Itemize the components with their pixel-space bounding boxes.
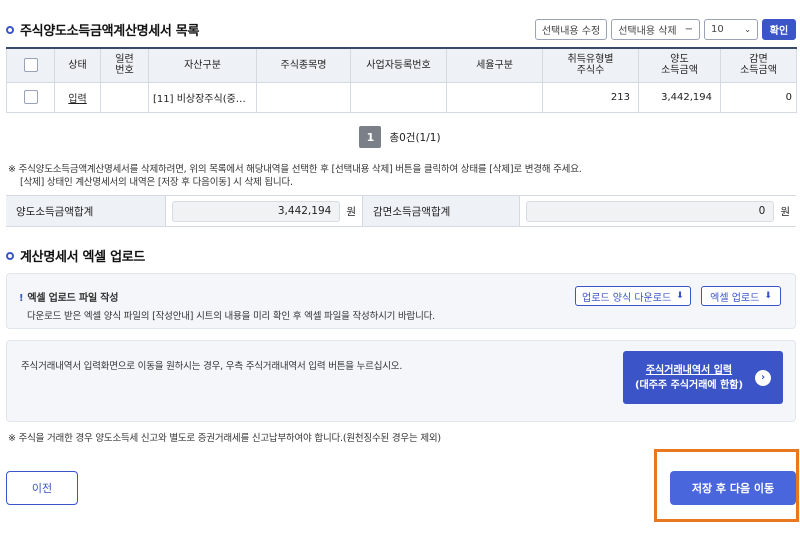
row-stock-name (256, 81, 351, 113)
pagination-summary: 총0건(1/1) (389, 131, 441, 144)
page-size-select[interactable]: 10 ⌄ (704, 19, 758, 40)
upload-file-icon: ⬇ (764, 291, 772, 301)
row-reduction-income: 0 (720, 81, 797, 113)
transfer-total-label: 양도소득금액합계 (6, 196, 166, 226)
upload-title-text: 계산명세서 엑셀 업로드 (20, 250, 146, 265)
select-all-checkbox[interactable] (23, 58, 38, 73)
col-transfer-income: 양도 소득금액 (638, 47, 721, 83)
col-stock-name: 주식종목명 (256, 47, 351, 83)
row-shares: 213 (542, 81, 639, 113)
circle-bullet-icon (6, 25, 14, 34)
col-tax-rate: 세율구분 (446, 47, 543, 83)
select-all-cell (6, 47, 55, 83)
col-shares: 취득유형별 주식수 (542, 47, 639, 83)
row-transfer-income: 3,442,194 (638, 81, 721, 113)
list-title-text: 주식양도소득금액계산명세서 목록 (20, 24, 200, 39)
edit-selected-button[interactable]: 선택내용 수정 (534, 19, 608, 40)
excel-upload-desc: 다운로드 받은 엑셀 양식 파일의 [작성안내] 시트의 내용을 미리 확인 후… (27, 311, 435, 322)
transfer-total-value: 3,442,194 (172, 200, 341, 222)
stock-trade-desc: 주식거래내역서 입력화면으로 이동을 원하시는 경우, 우측 주식거래내역서 입… (21, 361, 403, 372)
table-row[interactable]: 입력 [11] 비상장주식(중… 213 3,442,194 0 (6, 81, 797, 113)
download-template-button[interactable]: 업로드 양식 다운로드 ⬇ (575, 286, 691, 306)
page-size-value: 10 (711, 24, 724, 35)
stock-trade-button-line2: (대주주 주식거래에 한함) (634, 379, 744, 391)
col-asset-type: 자산구분 (148, 47, 257, 83)
row-biz-no (350, 81, 447, 113)
reduction-total-field: 0 원 (520, 196, 796, 226)
row-status-link[interactable]: 입력 (54, 81, 101, 113)
delete-notice-line2: [삭제] 상태인 계산명세서의 내역은 [저장 후 다음이동] 시 삭제 됩니다… (20, 177, 293, 188)
row-checkbox-cell (6, 81, 55, 113)
circle-bullet-icon (6, 251, 14, 260)
stock-trade-button-line1: 주식거래내역서 입력 (645, 364, 733, 376)
totals-row: 양도소득금액합계 3,442,194 원 감면소득금액합계 0 원 (6, 195, 796, 227)
chevron-down-icon: ⌄ (744, 25, 751, 34)
col-biz-no: 사업자등록번호 (350, 47, 447, 83)
excel-upload-panel: ! 엑셀 업로드 파일 작성 다운로드 받은 엑셀 양식 파일의 [작성안내] 시… (6, 273, 796, 329)
row-tax-rate (446, 81, 543, 113)
list-section-title: 주식양도소득금액계산명세서 목록 (6, 20, 199, 39)
download-template-label: 업로드 양식 다운로드 (582, 292, 672, 304)
exclamation-icon: ! (19, 293, 24, 304)
stock-trade-button-text: 주식거래내역서 입력 (대주주 주식거래에 한함) (635, 363, 743, 393)
col-serial: 일련 번호 (100, 47, 149, 83)
excel-upload-title-text: 엑셀 업로드 파일 작성 (27, 293, 119, 304)
save-next-button[interactable]: 저장 후 다음 이동 (670, 471, 796, 505)
statement-list-table: 상태 일련 번호 자산구분 주식종목명 사업자등록번호 세율구분 취득유형별 주… (6, 47, 797, 113)
table-header-row: 상태 일련 번호 자산구분 주식종목명 사업자등록번호 세율구분 취득유형별 주… (6, 47, 797, 83)
row-asset-type: [11] 비상장주식(중… (148, 81, 257, 113)
confirm-button[interactable]: 확인 (762, 19, 796, 40)
reduction-total-unit: 원 (780, 205, 790, 218)
reduction-total-value: 0 (526, 200, 775, 222)
reduction-total-label: 감면소득금액합계 (362, 196, 520, 226)
minus-icon: − (684, 24, 693, 35)
excel-upload-panel-title: ! 엑셀 업로드 파일 작성 (19, 289, 118, 304)
row-checkbox[interactable] (23, 90, 38, 104)
transfer-total-field: 3,442,194 원 (166, 196, 362, 226)
chevron-right-circle-icon: › (755, 369, 772, 386)
pagination: 1 총0건(1/1) (0, 126, 800, 148)
transfer-total-unit: 원 (346, 205, 356, 218)
delete-notice-line1: ※ 주식양도소득금액계산명세서를 삭제하려면, 위의 목록에서 해당내역을 선택… (8, 164, 582, 175)
page-1-button[interactable]: 1 (359, 126, 382, 148)
delete-selected-button[interactable]: 선택내용 삭제 − (611, 19, 700, 40)
excel-upload-label: 엑셀 업로드 (710, 292, 760, 304)
excel-upload-button[interactable]: 엑셀 업로드 ⬇ (701, 286, 781, 306)
row-serial (100, 81, 149, 113)
securities-tax-notice: ※ 주식을 거래한 경우 양도소득세 신고와 별도로 증권거래세를 신고납부하여… (8, 433, 441, 444)
col-status: 상태 (54, 47, 101, 83)
stock-trade-input-button[interactable]: 주식거래내역서 입력 (대주주 주식거래에 한함) › (623, 351, 783, 404)
download-icon: ⬇ (676, 291, 684, 301)
upload-section-title: 계산명세서 엑셀 업로드 (6, 246, 145, 265)
prev-button[interactable]: 이전 (6, 471, 78, 505)
col-reduction-income: 감면 소득금액 (720, 47, 797, 83)
list-toolbar: 선택내용 수정 선택내용 삭제 − 10 ⌄ 확인 (534, 19, 796, 40)
stock-trade-panel: 주식거래내역서 입력화면으로 이동을 원하시는 경우, 우측 주식거래내역서 입… (6, 340, 796, 422)
delete-selected-label: 선택내용 삭제 (618, 26, 677, 37)
